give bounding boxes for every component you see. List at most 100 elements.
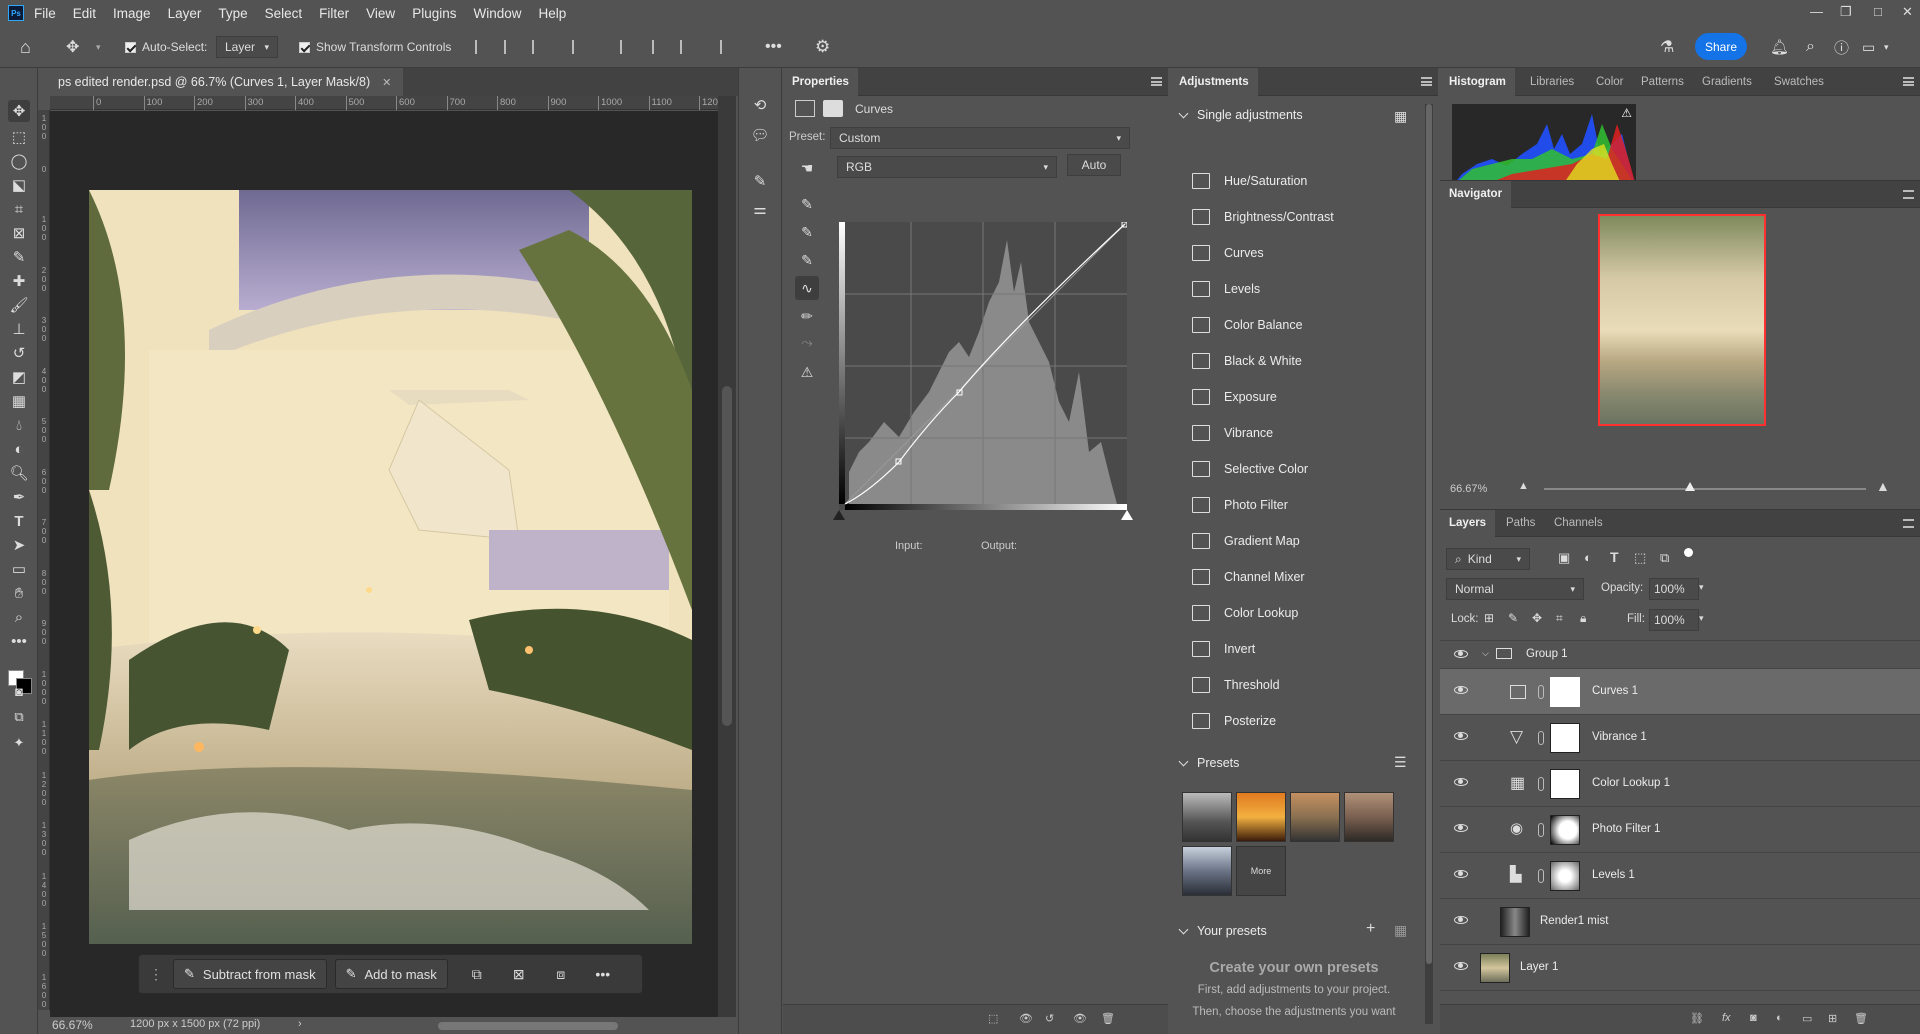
adjustment-item[interactable]: Levels (1192, 277, 1260, 301)
menu-edit[interactable]: Edit (73, 6, 96, 21)
panel-menu-icon[interactable] (1421, 77, 1432, 86)
auto-button[interactable]: Auto (1067, 154, 1121, 176)
eraser-tool-icon[interactable]: ◩ (8, 366, 30, 388)
move-tool-icon[interactable]: ✥ (8, 100, 30, 122)
grid-view-icon[interactable]: ▦ (1394, 108, 1407, 125)
layer-row[interactable]: ▽ Vibrance 1 (1440, 715, 1920, 761)
add-preset-icon[interactable]: + (1366, 920, 1375, 938)
distribute-icon[interactable] (572, 26, 588, 68)
visibility-eye-icon[interactable] (1454, 870, 1468, 878)
zoom-tool-icon[interactable]: ⌕ (8, 606, 30, 628)
visibility-eye-icon[interactable] (1454, 732, 1468, 740)
opacity-field[interactable]: 100% (1649, 578, 1699, 600)
restore-icon[interactable]: ❐ (1840, 4, 1852, 20)
adjustment-item[interactable]: Exposure (1192, 385, 1277, 409)
close-window-icon[interactable]: ✕ (1902, 4, 1913, 20)
visibility-eye-icon[interactable] (1454, 778, 1468, 786)
menu-view[interactable]: View (366, 6, 395, 21)
chevron-right-icon[interactable]: › (298, 1018, 302, 1030)
adjustments-sliders-icon[interactable]: ⚌ (749, 198, 771, 220)
white-point-eyedropper-icon[interactable]: ✎ (795, 248, 819, 272)
link-icon[interactable] (1538, 869, 1544, 883)
on-image-adjust-icon[interactable]: ☚ (795, 156, 819, 180)
healing-brush-tool-icon[interactable]: ✚ (8, 270, 30, 292)
help-icon[interactable]: ⓘ (1834, 26, 1849, 68)
layer-mask-thumbnail[interactable] (1550, 815, 1580, 845)
adjustments-title[interactable]: Adjustments (1170, 68, 1258, 96)
menu-image[interactable]: Image (113, 6, 151, 21)
channel-dropdown[interactable]: RGB ▾ (837, 156, 1057, 178)
edit-toolbar-icon[interactable]: ••• (8, 630, 30, 652)
document-tab[interactable]: ps edited render.psd @ 66.7% (Curves 1, … (38, 68, 404, 96)
preset-thumbnail[interactable] (1290, 792, 1340, 842)
layer-mask-thumbnail[interactable] (1550, 723, 1580, 753)
distribute-vertical-icon[interactable] (720, 26, 736, 68)
lock-image-icon[interactable]: ✎ (1508, 611, 1518, 625)
link-icon[interactable] (1538, 777, 1544, 791)
show-transform-checkbox[interactable]: Show Transform Controls (299, 26, 451, 68)
panel-menu-icon[interactable] (1151, 77, 1162, 86)
add-to-mask-button[interactable]: ✎ Add to mask (334, 959, 448, 989)
auto-select-checkbox[interactable]: Auto-Select: (125, 26, 207, 68)
menu-help[interactable]: Help (538, 6, 566, 21)
screen-mode-icon[interactable]: ⧉ (8, 706, 30, 728)
rectangle-tool-icon[interactable]: ▭ (8, 558, 30, 580)
zoom-in-icon[interactable]: ▲ (1876, 478, 1890, 494)
curve-point-tool-icon[interactable]: ∿ (795, 276, 819, 300)
more-icon[interactable]: ••• (592, 963, 614, 985)
filter-smart-object-icon[interactable]: ⧉ (1660, 550, 1669, 566)
black-point-eyedropper-icon[interactable]: ✎ (795, 192, 819, 216)
preset-dropdown[interactable]: Custom ▾ (830, 127, 1130, 149)
adjustment-item[interactable]: Curves (1192, 241, 1264, 265)
drag-handle-icon[interactable]: ⋮ (149, 966, 163, 983)
preset-thumbnail[interactable] (1344, 792, 1394, 842)
filter-adjustment-icon[interactable]: ◐ (1584, 550, 1592, 565)
adjustment-item[interactable]: Brightness/Contrast (1192, 205, 1334, 229)
adjustment-item[interactable]: Color Lookup (1192, 601, 1298, 625)
dodge-tool-icon[interactable]: ◐ (8, 438, 30, 460)
layer-mask-icon[interactable] (823, 100, 843, 117)
adjustment-item[interactable]: Color Balance (1192, 313, 1303, 337)
layer-thumbnail[interactable] (1480, 953, 1510, 983)
scrollbar-thumb[interactable] (722, 386, 732, 726)
zoom-out-icon[interactable]: ▲ (1518, 480, 1529, 492)
layer-filter-kind-dropdown[interactable]: ⌕ Kind ▾ (1446, 548, 1530, 570)
more-options-icon[interactable]: ••• (765, 26, 782, 68)
more-presets-button[interactable]: More (1236, 846, 1286, 896)
filter-pixel-icon[interactable]: ▣ (1558, 550, 1570, 566)
link-layers-icon[interactable]: ⛓ (1690, 1012, 1704, 1025)
pen-tool-icon[interactable]: ✒ (8, 486, 30, 508)
adjustment-item[interactable]: Invert (1192, 637, 1255, 661)
new-adjustment-icon[interactable]: ◐ (1776, 1012, 1783, 1024)
mask-refine-icon[interactable]: ⧉ (466, 963, 488, 985)
single-adjustments-header[interactable]: Single adjustments (1178, 108, 1303, 122)
panel-menu-icon[interactable] (1903, 190, 1914, 199)
menu-type[interactable]: Type (218, 6, 247, 21)
tab-libraries[interactable]: Libraries (1530, 68, 1574, 96)
adjustment-item[interactable]: Channel Mixer (1192, 565, 1305, 589)
layer-mask-thumbnail[interactable] (1550, 677, 1580, 707)
layer-thumbnail[interactable] (1500, 907, 1530, 937)
align-right-icon[interactable] (532, 26, 548, 68)
filter-shape-icon[interactable]: ⬚ (1634, 550, 1646, 566)
crop-tool-icon[interactable]: ⌗ (8, 198, 30, 220)
pencil-draw-icon[interactable]: ✏ (795, 304, 819, 328)
navigator-zoom-value[interactable]: 66.67% (1450, 483, 1487, 495)
layer-row[interactable]: ▦ Color Lookup 1 (1440, 761, 1920, 807)
link-icon[interactable] (1538, 823, 1544, 837)
lasso-tool-icon[interactable]: ◯ (8, 150, 30, 172)
history-icon[interactable]: ⟲ (749, 94, 771, 116)
subtract-from-mask-button[interactable]: ✎ Subtract from mask (173, 959, 327, 989)
lock-all-icon[interactable]: 🔒︎ (1580, 611, 1586, 626)
zoom-lens-tool-icon[interactable]: 🔍︎ (8, 462, 30, 484)
search-icon[interactable]: ⌕ (1806, 26, 1815, 68)
your-presets-header[interactable]: Your presets (1178, 924, 1267, 938)
layer-row[interactable]: ◉ Photo Filter 1 (1440, 807, 1920, 853)
delete-layer-icon[interactable]: 🗑︎ (1854, 1012, 1868, 1025)
tab-paths[interactable]: Paths (1506, 510, 1535, 537)
fill-field[interactable]: 100% (1649, 609, 1699, 631)
link-icon[interactable] (1538, 685, 1544, 699)
list-view-icon[interactable]: ☰ (1394, 754, 1407, 771)
zoom-slider-handle[interactable] (1685, 482, 1695, 491)
add-mask-icon[interactable]: ◙ (1750, 1012, 1757, 1024)
